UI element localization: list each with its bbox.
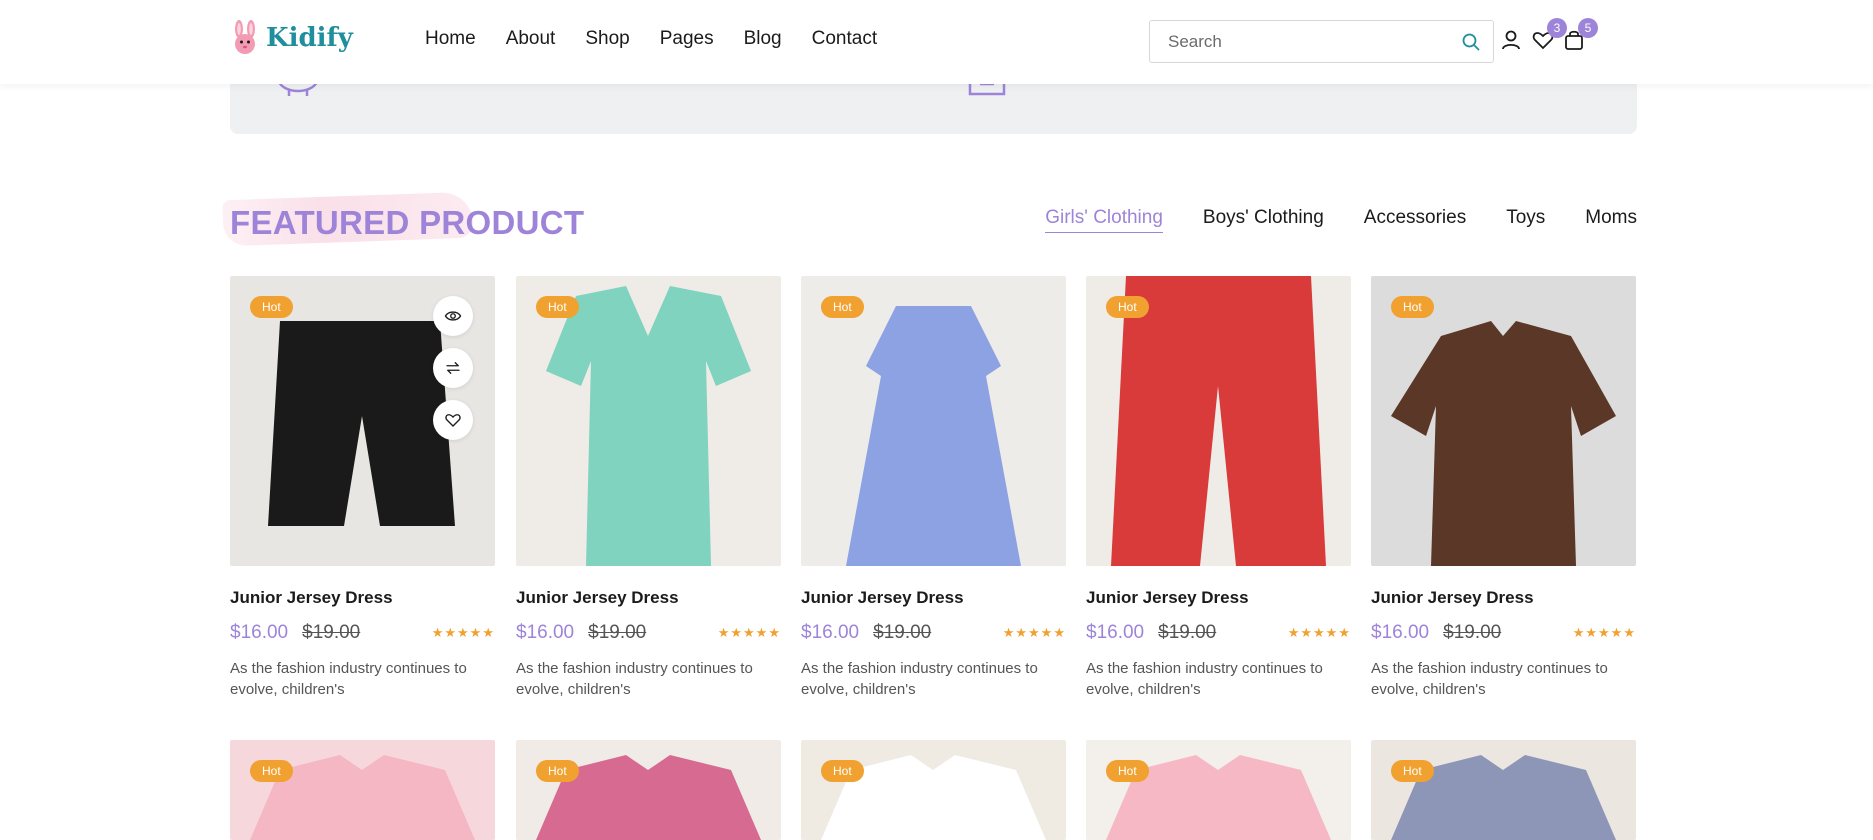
product-price: $16.00 (801, 622, 860, 643)
tab-toys[interactable]: Toys (1506, 207, 1545, 233)
tab-girls-clothing[interactable]: Girls' Clothing (1045, 207, 1163, 233)
product-image[interactable]: Hot (230, 740, 495, 840)
category-tabs: Girls' Clothing Boys' Clothing Accessori… (1045, 207, 1637, 233)
product-price: $16.00 (1086, 622, 1145, 643)
product-card[interactable]: Hot Junior Jersey Dress $16.00 $19.00 ★★… (1371, 276, 1636, 700)
product-card[interactable]: Hot Junior Jersey Dress $16.00 $19.00 ★★… (1086, 276, 1351, 700)
hot-badge: Hot (1106, 760, 1149, 782)
romper-illustration (546, 286, 751, 566)
product-old-price: $19.00 (1158, 622, 1217, 643)
garment-illustration (821, 755, 1046, 840)
product-description: As the fashion industry continues to evo… (230, 660, 467, 698)
product-name[interactable]: Junior Jersey Dress (801, 588, 1066, 608)
hot-badge: Hot (250, 760, 293, 782)
product-old-price: $19.00 (873, 622, 932, 643)
hot-badge: Hot (536, 760, 579, 782)
product-card[interactable]: Hot Junior Jersey Dress $16.00 $19.00 ★★… (230, 276, 495, 700)
add-to-wishlist-button[interactable] (433, 400, 473, 440)
main-nav: Home About Shop Pages Blog Contact (425, 28, 877, 50)
cart-button[interactable]: 5 (1562, 18, 1598, 52)
product-description: As the fashion industry continues to evo… (516, 660, 753, 698)
product-image[interactable]: Hot (1086, 740, 1351, 840)
hot-badge: Hot (821, 760, 864, 782)
rating-stars: ★★★★★ (717, 625, 781, 640)
product-old-price: $19.00 (588, 622, 647, 643)
tab-moms[interactable]: Moms (1585, 207, 1637, 233)
product-image[interactable]: Hot (1086, 276, 1351, 566)
product-image[interactable]: Hot (516, 276, 781, 566)
nav-shop[interactable]: Shop (585, 28, 629, 50)
eye-icon (444, 311, 462, 321)
user-icon[interactable] (1499, 28, 1523, 52)
hot-badge: Hot (1391, 760, 1434, 782)
compare-button[interactable] (433, 348, 473, 388)
product-description: As the fashion industry continues to evo… (801, 660, 1038, 698)
product-price: $16.00 (1371, 622, 1430, 643)
tab-boys-clothing[interactable]: Boys' Clothing (1203, 207, 1324, 233)
heart-icon (445, 414, 461, 427)
search-icon[interactable] (1461, 32, 1481, 52)
nav-pages[interactable]: Pages (660, 28, 714, 50)
dress-illustration (846, 306, 1021, 566)
nav-contact[interactable]: Contact (812, 28, 877, 50)
price-row: $16.00 $19.00 ★★★★★ (1371, 622, 1636, 644)
wishlist-button[interactable]: 3 (1531, 18, 1567, 52)
bunny-logo-icon (235, 20, 255, 54)
price-row: $16.00 $19.00 ★★★★★ (801, 622, 1066, 644)
product-card[interactable]: Hot Junior Jersey Dress $16.00 $19.00 ★★… (516, 276, 781, 700)
product-name[interactable]: Junior Jersey Dress (516, 588, 781, 608)
nav-blog[interactable]: Blog (744, 28, 782, 50)
product-card[interactable]: Hot Junior Jersey Dress $16.00 $19.00 ★★… (801, 276, 1066, 700)
product-image[interactable]: Hot (801, 276, 1066, 566)
pants-illustration (1111, 276, 1326, 566)
logo[interactable]: Kidify (230, 20, 353, 56)
product-image[interactable]: Hot (516, 740, 781, 840)
compare-arrows-icon (446, 362, 460, 374)
rating-stars: ★★★★★ (1287, 625, 1351, 640)
hot-badge: Hot (1106, 296, 1149, 318)
price-row: $16.00 $19.00 ★★★★★ (516, 622, 781, 644)
price-row: $16.00 $19.00 ★★★★★ (1086, 622, 1351, 644)
product-image[interactable]: Hot (1371, 740, 1636, 840)
product-image[interactable]: Hot (801, 740, 1066, 840)
product-old-price: $19.00 (302, 622, 361, 643)
product-price: $16.00 (230, 622, 289, 643)
product-name[interactable]: Junior Jersey Dress (1086, 588, 1351, 608)
garment-illustration (1106, 755, 1331, 840)
price-row: $16.00 $19.00 ★★★★★ (230, 622, 495, 644)
logo-text: Kidify (266, 23, 353, 53)
search-box (1149, 20, 1494, 63)
product-price: $16.00 (516, 622, 575, 643)
hot-badge: Hot (821, 296, 864, 318)
nav-about[interactable]: About (506, 28, 556, 50)
rating-stars: ★★★★★ (1002, 625, 1066, 640)
search-input[interactable] (1150, 21, 1440, 62)
garment-illustration (250, 755, 475, 840)
product-actions (433, 296, 473, 440)
hot-badge: Hot (536, 296, 579, 318)
quick-view-button[interactable] (433, 296, 473, 336)
tshirt-illustration (1391, 321, 1616, 566)
tab-accessories[interactable]: Accessories (1364, 207, 1466, 233)
site-header: Kidify Home About Shop Pages Blog Contac… (0, 0, 1873, 84)
nav-home[interactable]: Home (425, 28, 476, 50)
product-name[interactable]: Junior Jersey Dress (1371, 588, 1636, 608)
rating-stars: ★★★★★ (431, 625, 495, 640)
product-image[interactable]: Hot (230, 276, 495, 566)
cart-count-badge: 5 (1578, 18, 1598, 38)
product-old-price: $19.00 (1443, 622, 1502, 643)
product-description: As the fashion industry continues to evo… (1086, 660, 1323, 698)
rating-stars: ★★★★★ (1572, 625, 1636, 640)
product-description: As the fashion industry continues to evo… (1371, 660, 1608, 698)
product-image[interactable]: Hot (1371, 276, 1636, 566)
garment-illustration (536, 755, 761, 840)
garment-illustration (1391, 755, 1616, 840)
hot-badge: Hot (1391, 296, 1434, 318)
section-title: FEATURED PRODUCT (230, 204, 585, 241)
product-name[interactable]: Junior Jersey Dress (230, 588, 495, 608)
hot-badge: Hot (250, 296, 293, 318)
